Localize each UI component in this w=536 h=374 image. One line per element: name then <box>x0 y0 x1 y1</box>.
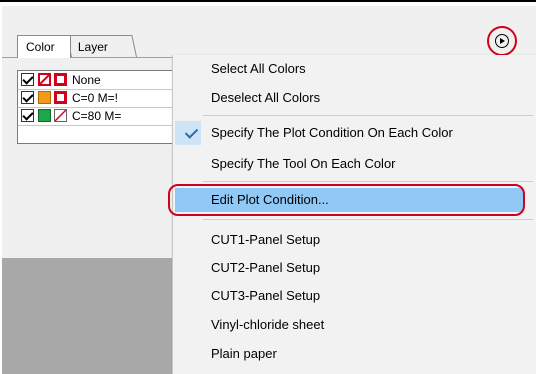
color-row-orange[interactable]: C=0 M=! <box>18 89 176 108</box>
menu-item-label: CUT1-Panel Setup <box>211 232 321 247</box>
play-triangle-icon <box>500 38 505 44</box>
fill-swatch <box>38 109 51 122</box>
menu-item-cut3-panel-setup[interactable]: CUT3-Panel Setup <box>173 284 536 308</box>
color-name: None <box>72 73 101 87</box>
menu-item-tool-each-color[interactable]: Specify The Tool On Each Color <box>173 152 536 176</box>
menu-separator <box>203 181 533 182</box>
stroke-swatch <box>54 73 67 86</box>
panel-menu-button[interactable] <box>487 26 517 56</box>
menu-separator <box>203 115 533 116</box>
color-name: C=80 M= <box>72 109 122 123</box>
menu-item-label: CUT2-Panel Setup <box>211 260 321 275</box>
tab-color[interactable]: Color <box>17 35 71 58</box>
menu-item-deselect-all-colors[interactable]: Deselect All Colors <box>173 86 536 110</box>
menu-item-label: Specify The Plot Condition On Each Color <box>211 125 453 140</box>
color-checkbox[interactable] <box>21 109 34 122</box>
menu-item-plot-condition-each-color[interactable]: Specify The Plot Condition On Each Color <box>173 121 536 145</box>
panel-empty-area <box>2 258 172 374</box>
checkmark-icon <box>183 121 199 145</box>
menu-item-cut1-panel-setup[interactable]: CUT1-Panel Setup <box>173 228 536 252</box>
menu-item-label: Plain paper <box>211 346 277 361</box>
color-list: None C=0 M=! C=80 M= <box>17 70 177 144</box>
menu-item-label: Select All Colors <box>211 61 306 76</box>
tab-color-label: Color <box>26 40 55 54</box>
menu-item-select-all-colors[interactable]: Select All Colors <box>173 57 536 81</box>
color-name: C=0 M=! <box>72 91 119 105</box>
fill-swatch <box>38 91 51 104</box>
tab-layer[interactable]: Layer <box>66 35 137 57</box>
menu-item-label: CUT3-Panel Setup <box>211 288 321 303</box>
menu-item-label: Deselect All Colors <box>211 90 321 105</box>
color-checkbox[interactable] <box>21 73 34 86</box>
menu-item-plain-paper[interactable]: Plain paper <box>173 342 536 366</box>
menu-item-cut2-panel-setup[interactable]: CUT2-Panel Setup <box>173 256 536 280</box>
color-row-green[interactable]: C=80 M= <box>18 107 176 126</box>
menu-item-vinyl-chloride-sheet[interactable]: Vinyl-chloride sheet <box>173 313 536 337</box>
menu-item-label: Specify The Tool On Each Color <box>211 156 396 171</box>
color-row-none[interactable]: None <box>18 71 176 90</box>
annotation-highlight-ring <box>168 184 525 216</box>
color-checkbox[interactable] <box>21 91 34 104</box>
stroke-swatch <box>54 91 67 104</box>
fill-none-swatch <box>38 73 51 86</box>
tab-layer-label: Layer <box>77 40 108 54</box>
menu-item-label: Vinyl-chloride sheet <box>211 317 325 332</box>
menu-separator <box>203 219 533 220</box>
top-border <box>0 0 536 2</box>
stroke-none-swatch <box>54 109 67 122</box>
